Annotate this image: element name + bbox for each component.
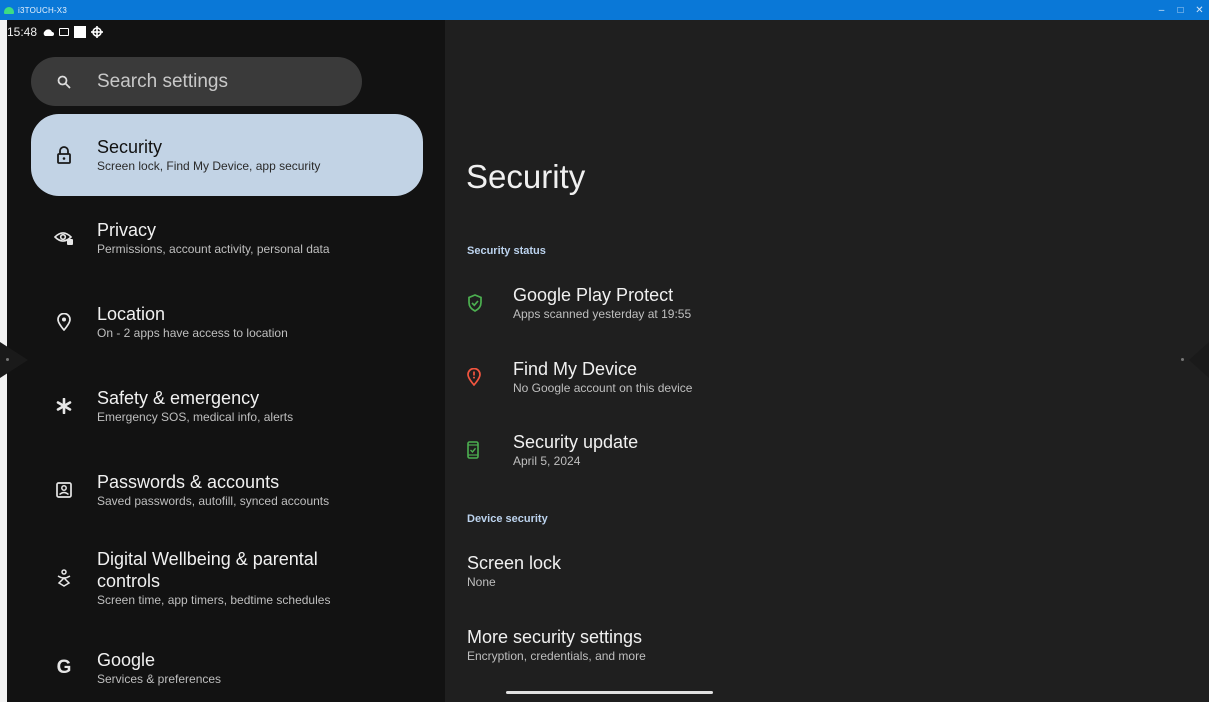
section-label-security-status: Security status (467, 245, 546, 257)
window-title: i3TOUCH-X3 (18, 5, 67, 15)
sidebar-item-subtitle: Saved passwords, autofill, synced accoun… (97, 494, 330, 508)
sidebar-item-title: Security (97, 137, 163, 157)
sidebar-item-subtitle: Emergency SOS, medical info, alerts (97, 410, 294, 424)
sidebar-item-title: Safety & emergency (97, 388, 260, 408)
sidebar-item-title: Passwords & accounts (97, 472, 280, 492)
notification-square-icon (74, 26, 87, 38)
item-subtitle: None (467, 575, 496, 589)
sidebar-item-location[interactable]: Location On - 2 apps have access to loca… (31, 294, 423, 350)
section-label-device-security: Device security (467, 513, 548, 525)
google-g-icon: G (56, 657, 72, 678)
sidebar-item-subtitle: Screen lock, Find My Device, app securit… (97, 159, 321, 173)
sidebar-item-subtitle: Services & preferences (97, 672, 222, 686)
status-time: 15:48 (7, 25, 38, 39)
sidebar-item-security[interactable]: Security Screen lock, Find My Device, ap… (31, 114, 423, 196)
item-title: More security settings (467, 627, 643, 647)
cast-icon (59, 28, 70, 36)
sidebar-item-title: Location (97, 304, 166, 324)
page-title: Security (466, 158, 586, 195)
sidebar-item-title: Google (97, 650, 156, 670)
search-settings-bar[interactable]: Search settings (31, 57, 362, 106)
sidebar-item-title: Digital Wellbeing & parental controls (97, 549, 318, 591)
item-subtitle: Apps scanned yesterday at 19:55 (513, 307, 692, 321)
lock-icon (31, 146, 97, 164)
asterisk-icon (31, 398, 97, 414)
settings-gear-icon (91, 26, 104, 38)
sidebar-item-passwords-accounts[interactable]: Passwords & accounts Saved passwords, au… (31, 462, 423, 518)
sidebar-item-privacy[interactable]: Privacy Permissions, account activity, p… (31, 210, 423, 266)
sidebar-item-subtitle: Permissions, account activity, personal … (97, 242, 330, 256)
privacy-eye-icon (31, 230, 97, 246)
sidebar-item-subtitle: Screen time, app timers, bedtime schedul… (97, 593, 331, 607)
sidebar-item-safety-emergency[interactable]: Safety & emergency Emergency SOS, medica… (31, 378, 423, 434)
sidebar-item-google[interactable]: G Google Services & preferences (31, 640, 423, 696)
sidebar-item-subtitle: On - 2 apps have access to location (97, 326, 288, 340)
window-titlebar: i3TOUCH-X3 – □ ✕ (0, 0, 1209, 20)
phone-check-icon (467, 441, 513, 459)
location-alert-icon (467, 368, 513, 386)
google-play-protect-item[interactable]: Google Play Protect Apps scanned yesterd… (467, 284, 691, 322)
search-icon (31, 75, 97, 89)
cloud-icon (43, 28, 55, 36)
close-button[interactable]: ✕ (1190, 0, 1209, 20)
item-title: Security update (513, 432, 639, 452)
sidebar-item-title: Privacy (97, 220, 157, 240)
item-title: Google Play Protect (513, 285, 674, 305)
location-pin-icon (31, 313, 97, 331)
maximize-button[interactable]: □ (1171, 0, 1190, 20)
shield-check-icon (467, 294, 513, 312)
left-edge-handle[interactable] (0, 342, 28, 378)
search-placeholder: Search settings (97, 70, 228, 92)
find-my-device-item[interactable]: Find My Device No Google account on this… (467, 358, 692, 396)
sidebar-item-digital-wellbeing[interactable]: Digital Wellbeing & parental controls Sc… (31, 542, 423, 614)
item-title: Find My Device (513, 359, 638, 379)
minimize-button[interactable]: – (1152, 0, 1171, 20)
screen-lock-item[interactable]: Screen lock None (467, 552, 561, 590)
right-edge-handle[interactable] (1181, 342, 1209, 378)
security-update-item[interactable]: Security update April 5, 2024 (467, 431, 638, 469)
item-subtitle: No Google account on this device (513, 381, 693, 395)
wellbeing-icon (31, 569, 97, 587)
item-subtitle: April 5, 2024 (513, 454, 581, 468)
window-controls: – □ ✕ (1152, 0, 1209, 20)
gesture-navigation-handle[interactable] (506, 691, 713, 694)
account-box-icon (31, 482, 97, 498)
item-subtitle: Encryption, credentials, and more (467, 649, 646, 663)
more-security-settings-item[interactable]: More security settings Encryption, crede… (467, 626, 646, 664)
status-bar: 15:48 (7, 20, 104, 44)
item-title: Screen lock (467, 553, 562, 573)
android-app-icon (4, 6, 14, 14)
